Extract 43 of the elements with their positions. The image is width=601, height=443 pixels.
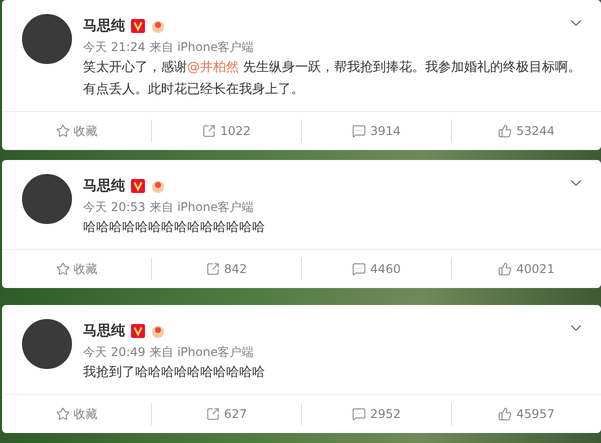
verified-badge-icon	[131, 19, 145, 33]
post-text: 哈哈哈哈哈哈哈哈哈哈哈哈哈哈	[83, 219, 266, 237]
comment-icon	[352, 124, 366, 138]
thumbs-up-icon	[498, 262, 512, 276]
author-name[interactable]: 马思纯	[83, 176, 125, 196]
post-time[interactable]: 今天 20:53	[83, 198, 146, 216]
comment-button[interactable]: 4460	[302, 258, 452, 280]
mention-link[interactable]: @井柏然	[187, 60, 239, 75]
like-button[interactable]: 53244	[452, 120, 601, 142]
like-button[interactable]: 45957	[452, 403, 601, 425]
repost-icon	[206, 262, 220, 276]
author-name[interactable]: 马思纯	[83, 16, 125, 36]
post-text: 笑太开心了，感谢@井柏然 先生纵身一跃，帮我抢到捧花。我参加婚礼的终极目标啊。有点丢人。此时花已经长在我身上了。	[83, 59, 582, 99]
comment-button[interactable]: 3914	[302, 120, 452, 142]
repost-button[interactable]: 627	[152, 403, 302, 425]
post-text: 我抢到了哈哈哈哈哈哈哈哈哈哈	[83, 364, 266, 382]
avatar[interactable]	[22, 319, 72, 369]
avatar[interactable]	[22, 14, 72, 64]
author-name[interactable]: 马思纯	[83, 320, 125, 342]
favorite-button[interactable]: 收藏	[2, 258, 152, 280]
repost-icon	[206, 407, 220, 421]
star-icon	[56, 124, 70, 138]
star-icon	[56, 407, 70, 421]
post-source: 来自 iPhone客户端	[149, 199, 254, 216]
repost-button[interactable]: 842	[152, 258, 302, 280]
post-time[interactable]: 今天 21:24	[83, 38, 146, 56]
like-button[interactable]: 40021	[452, 258, 601, 280]
avatar[interactable]	[22, 174, 72, 224]
comment-icon	[352, 407, 366, 421]
verified-badge-icon	[131, 324, 145, 338]
comment-button[interactable]: 2952	[302, 403, 452, 425]
post-time[interactable]: 今天 20:49	[83, 343, 146, 361]
comment-icon	[352, 262, 366, 276]
thumbs-up-icon	[498, 124, 512, 138]
repost-button[interactable]: 1022	[152, 120, 302, 142]
post-source: 来自 iPhone客户端	[149, 344, 254, 361]
favorite-button[interactable]: 收藏	[2, 120, 152, 142]
repost-icon	[202, 124, 216, 138]
favorite-button[interactable]: 收藏	[2, 403, 152, 425]
star-icon	[56, 262, 70, 276]
verified-badge-icon	[131, 179, 145, 193]
post-source: 来自 iPhone客户端	[149, 39, 254, 56]
thumbs-up-icon	[498, 407, 512, 421]
